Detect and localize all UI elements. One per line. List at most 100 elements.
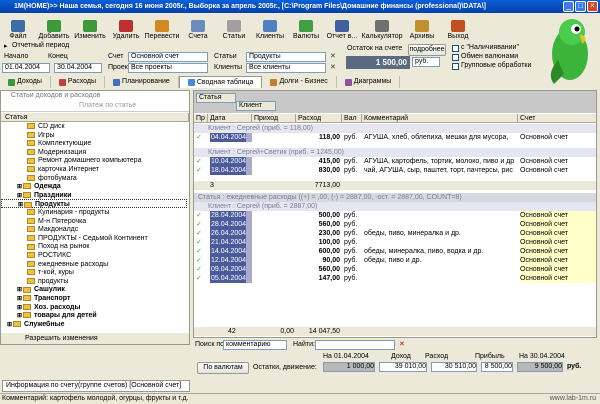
edit-icon[interactable] [246, 166, 252, 175]
clients-select[interactable]: Все клиенты [246, 63, 326, 73]
column-header[interactable]: Комментарий [362, 114, 518, 123]
column-header[interactable]: Приход [252, 114, 296, 123]
group-row[interactable]: Клиент : Сергей+Светик (приб. = 1245,00) [194, 148, 596, 157]
toolbar-button-8[interactable]: Валюты [288, 14, 324, 40]
groups-check-label: Групповые обработки [461, 62, 532, 69]
edit-icon[interactable] [246, 238, 252, 247]
end-date-input[interactable]: 30.04.2004 [54, 63, 102, 73]
table-row[interactable]: ✓ 10.04.2004 415,00 руб. АГУША, картофель, т… [194, 157, 596, 166]
table-row[interactable]: ✓ 09.04.2004 560,00 руб. Основной счет [194, 265, 596, 274]
table-row[interactable]: ✓ 21.04.2004 100,00 руб. Основной счет [194, 238, 596, 247]
table-row[interactable]: ✓ 18.04.2004 830,00 руб. чай, АГУША, сыр, па… [194, 166, 596, 175]
tree-item-label: фотобумага [38, 174, 77, 182]
section-row[interactable]: Статья : ежедневные расходы ((+) = ,00, … [194, 193, 596, 202]
toolbar-button-6[interactable]: Статьи [216, 14, 252, 40]
search-field-select[interactable]: комментарию [223, 340, 287, 350]
groups-checkbox[interactable] [452, 63, 459, 70]
tab-icon [187, 79, 195, 86]
tree-item[interactable]: ⊞ Служебные [1, 320, 187, 329]
minimize-button[interactable]: _ [563, 1, 574, 12]
account-cell: Основной счет [520, 133, 596, 142]
tree-item-label: ПРОДУКТЫ - Седьмой Континент [38, 234, 148, 242]
currency-cell: руб. [344, 167, 358, 174]
group-row[interactable]: Клиент : Сергей (приб. = 118,00) [194, 124, 596, 133]
group-by-client[interactable]: Клиент [236, 101, 276, 111]
tab-3[interactable]: Сводная таблица [178, 76, 263, 88]
tree-item-label: Одежда [34, 183, 61, 191]
cash-checkbox[interactable] [452, 45, 459, 52]
edit-icon[interactable] [246, 211, 252, 220]
currency-cell: руб. [344, 239, 358, 246]
account-cell: Основной счет [520, 238, 596, 247]
date-cell: 26.04.2004 [210, 229, 246, 238]
toolbar-button-10[interactable]: Калькулятор [360, 14, 404, 40]
start-date-input[interactable]: 01.04.2004 [2, 63, 50, 73]
edit-icon[interactable] [246, 229, 252, 238]
tab-0[interactable]: Доходы [0, 76, 51, 88]
toolbar-button-0[interactable]: Файл [0, 14, 36, 40]
edit-icon[interactable] [246, 133, 252, 142]
toolbar-button-9[interactable]: Отчет в... [324, 14, 360, 40]
clear-articles-icon[interactable]: ✕ [330, 52, 336, 60]
toolbar-button-7[interactable]: Клиенты [252, 14, 288, 40]
expense-cell: 500,00 [318, 212, 340, 219]
toolbar-button-12[interactable]: Выход [440, 14, 476, 40]
tab-1[interactable]: Расходы [51, 76, 106, 88]
table-row[interactable]: ✓ 04.04.2004 118,00 руб. АГУША, хлеб, облепи… [194, 133, 596, 142]
table-row[interactable]: ✓ 12.04.2004 90,00 руб. обеды, пиво и др. Осн… [194, 256, 596, 265]
toolbar-button-5[interactable]: Счета [180, 14, 216, 40]
tree-item-label: Транспорт [34, 295, 71, 302]
clear-clients-icon[interactable]: ✕ [330, 63, 336, 71]
allow-changes-toggle[interactable]: Разрешить изменения [1, 333, 189, 344]
group-by-article[interactable]: Статья [196, 93, 236, 103]
folder-icon [23, 303, 31, 310]
edit-icon[interactable] [246, 247, 252, 256]
date-cell: 12.04.2004 [210, 256, 246, 265]
edit-icon[interactable] [246, 157, 252, 166]
account-info-tab[interactable]: Информация по счету(группе счетов) [Осно… [2, 380, 190, 392]
project-select[interactable]: Все проекты [128, 63, 208, 73]
clear-search-icon[interactable]: ✕ [399, 340, 405, 348]
table-row[interactable]: ✓ 05.04.2004 147,00 руб. Основной счет [194, 274, 596, 283]
currency-cell: руб. [344, 134, 358, 141]
articles-select[interactable]: Продукты [246, 52, 326, 62]
toolbar-button-3[interactable]: Удалить [108, 14, 144, 40]
edit-icon[interactable] [246, 265, 252, 274]
account-cell: Основной счет [520, 220, 596, 229]
column-header[interactable]: Счет [518, 114, 596, 123]
tab-2[interactable]: Планирование [105, 76, 179, 88]
column-header[interactable]: Расход [296, 114, 342, 123]
group-row[interactable]: Клиент : Сергей (приб. = 2887,00) [194, 202, 596, 211]
toolbar-button-2[interactable]: Изменить [72, 14, 108, 40]
column-header[interactable]: Дата [208, 114, 252, 123]
by-currency-button[interactable]: По валютам [197, 362, 249, 374]
table-row[interactable]: ✓ 28.04.2004 560,00 руб. Основной счет [194, 220, 596, 229]
currency-cell: руб. [344, 248, 358, 255]
tree-item-label: Сашулик [34, 286, 65, 294]
articles-panel-header: Статьи доходов и расходов [11, 92, 101, 99]
toolbar-button-4[interactable]: Перевести [144, 14, 180, 40]
edit-icon[interactable] [246, 220, 252, 229]
articles-column-header[interactable]: Статья [1, 113, 189, 122]
comment-cell [364, 265, 518, 274]
maximize-button[interactable]: □ [575, 1, 586, 12]
check-icon: ✓ [196, 257, 202, 264]
table-row[interactable]: ✓ 28.04.2004 500,00 руб. Основной счет [194, 211, 596, 220]
toolbar-button-11[interactable]: Архивы [404, 14, 440, 40]
tab-4[interactable]: Долги - Бизнес [262, 76, 337, 88]
toolbar-button-1[interactable]: Добавить [36, 14, 72, 40]
details-button[interactable]: подробнее [408, 44, 446, 56]
toolbar-label: Удалить [112, 33, 140, 40]
exchange-checkbox[interactable] [452, 54, 459, 61]
tab-5[interactable]: Диаграммы [337, 76, 401, 88]
find-input[interactable] [315, 340, 395, 350]
table-row[interactable]: ✓ 26.04.2004 230,00 руб. обеды, пиво, минера… [194, 229, 596, 238]
account-select[interactable]: Основной счет [128, 52, 208, 62]
column-header[interactable]: Пр [194, 114, 208, 123]
column-header[interactable]: Вал [342, 114, 362, 123]
edit-icon[interactable] [246, 256, 252, 265]
table-row[interactable]: ✓ 14.04.2004 600,00 руб. обеды, минералка, п… [194, 247, 596, 256]
close-button[interactable]: × [587, 1, 598, 12]
edit-icon[interactable] [246, 274, 252, 283]
payment-link[interactable]: Платеж по статье [79, 102, 136, 109]
